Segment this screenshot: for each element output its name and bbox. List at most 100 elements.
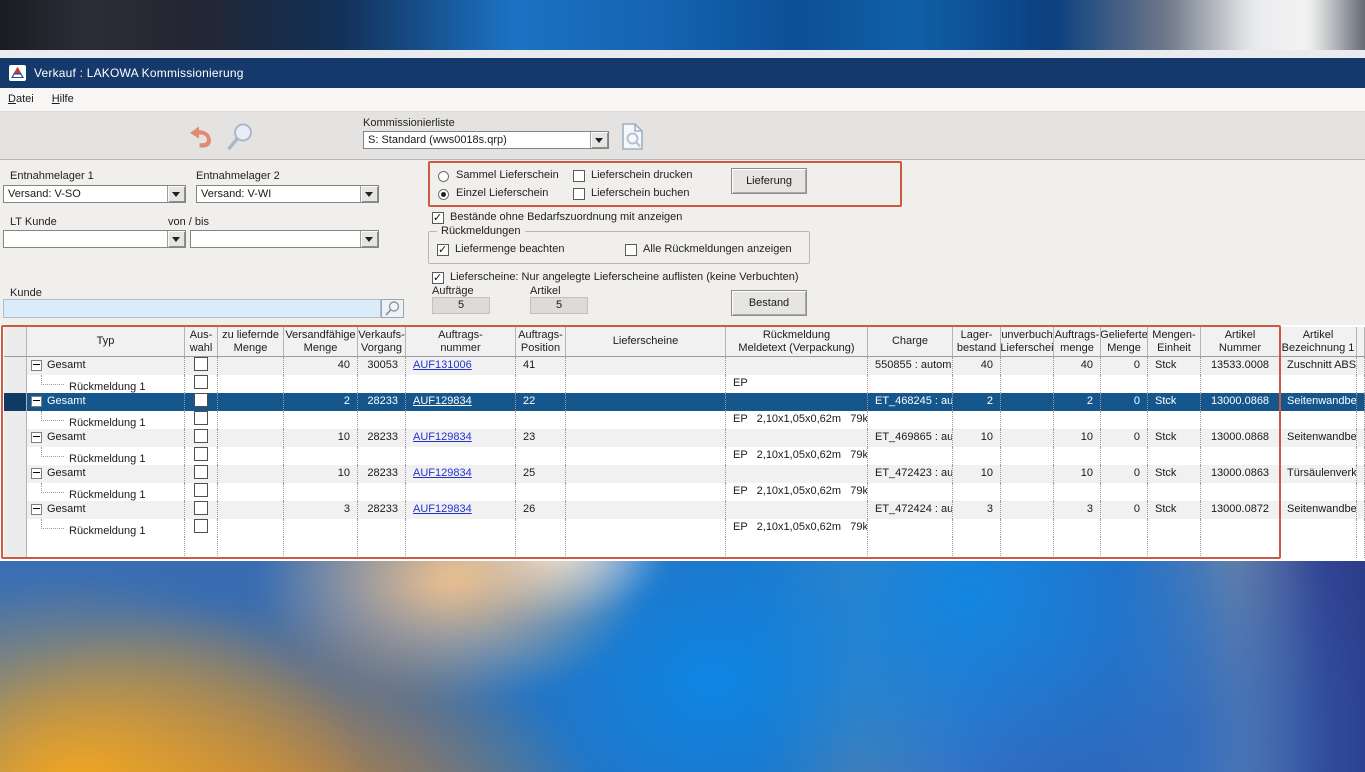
table-row[interactable]: Rückmeldung 1EP 2,10x1,05x0,62m 79kg [4, 483, 1365, 501]
row-checkbox[interactable] [194, 483, 208, 497]
order-number-link[interactable]: AUF129834 [413, 467, 472, 479]
chevron-down-icon[interactable] [590, 132, 608, 148]
filler-cell-liefers [566, 537, 726, 558]
lt-kunde-von-select[interactable] [3, 230, 186, 248]
alle-rueckmeldungen-checkbox[interactable] [625, 244, 637, 256]
bestand-button[interactable]: Bestand [731, 290, 807, 316]
tree-collapse-icon[interactable] [31, 432, 42, 443]
entnahmelager2-select[interactable]: Versand: V-WI [196, 185, 379, 203]
column-header-auftrag[interactable]: Auftrags- nummer [406, 327, 516, 357]
cell-sel [185, 519, 218, 537]
sammel-lieferschein-radio[interactable] [438, 171, 449, 182]
table-row[interactable]: Gesamt1028233AUF12983425ET_472423 : auto… [4, 465, 1365, 483]
column-header-geliefert[interactable]: Gelieferte Menge [1101, 327, 1148, 357]
row-checkbox[interactable] [194, 519, 208, 533]
cell-lager [953, 447, 1001, 465]
cell-unverb [1001, 429, 1054, 447]
tree-collapse-icon[interactable] [31, 396, 42, 407]
search-icon[interactable] [226, 122, 256, 155]
kommissionierliste-select[interactable]: S: Standard (wws0018s.qrp) [363, 131, 609, 149]
column-header-bez[interactable]: Artikel Bezeichnung 1 [1280, 327, 1357, 357]
chevron-down-icon[interactable] [360, 231, 378, 247]
filler-cell-amenge [1054, 537, 1101, 558]
column-header-charge[interactable]: Charge [868, 327, 953, 357]
einzel-lieferschein-radio[interactable] [438, 189, 449, 200]
table-row[interactable]: Rückmeldung 1EP 2,10x1,05x0,62m 79kg [4, 411, 1365, 429]
row-checkbox[interactable] [194, 375, 208, 389]
order-number-link[interactable]: AUF131006 [413, 359, 472, 371]
table-row[interactable]: Rückmeldung 1EP 2,10x1,05x0,62m 79kg [4, 519, 1365, 537]
tree-collapse-icon[interactable] [31, 360, 42, 371]
tree-collapse-icon[interactable] [31, 504, 42, 515]
order-number-link[interactable]: AUF129834 [413, 503, 472, 515]
table-row[interactable]: Rückmeldung 1EP [4, 375, 1365, 393]
column-header-amenge[interactable]: Auftrags- menge [1054, 327, 1101, 357]
row-checkbox[interactable] [194, 429, 208, 443]
column-header-lager[interactable]: Lager- bestand [953, 327, 1001, 357]
column-header-versand[interactable]: Versandfähige Menge [284, 327, 358, 357]
lieferscheine-checkbox[interactable] [432, 272, 444, 284]
entnahmelager1-select[interactable]: Versand: V-SO [3, 185, 186, 203]
lieferschein-drucken-checkbox[interactable] [573, 170, 585, 182]
print-preview-icon[interactable] [620, 122, 646, 154]
tree-branch-line [41, 483, 64, 493]
cell-zu [218, 483, 284, 501]
row-checkbox[interactable] [194, 357, 208, 371]
row-checkbox[interactable] [194, 501, 208, 515]
order-number-link[interactable]: AUF129834 [413, 431, 472, 443]
column-header-vorgang[interactable]: Verkaufs- Vorgang [358, 327, 406, 357]
cell-einheit: Stck [1148, 357, 1201, 375]
chevron-down-icon[interactable] [360, 186, 378, 202]
cell-geliefert [1101, 483, 1148, 501]
lt-kunde-bis-select[interactable] [190, 230, 379, 248]
chevron-down-icon[interactable] [167, 186, 185, 202]
column-header-meldetext[interactable]: Rückmeldung Meldetext (Verpackung) [726, 327, 868, 357]
cell-gutter [4, 375, 27, 393]
row-checkbox[interactable] [194, 411, 208, 425]
column-header-pos[interactable]: Auftrags- Position [516, 327, 566, 357]
cell-typ: Gesamt [27, 393, 185, 411]
cell-meldetext [726, 393, 868, 411]
column-header-gutter [4, 327, 27, 357]
cell-liefers [566, 519, 726, 537]
kunde-search-button[interactable] [381, 299, 404, 318]
column-header-unverb[interactable]: unverbuch Lieferschei [1001, 327, 1054, 357]
undo-icon[interactable] [187, 125, 214, 152]
column-header-typ[interactable]: Typ [27, 327, 185, 357]
tree-branch-line [41, 411, 64, 421]
chevron-down-icon[interactable] [167, 231, 185, 247]
kunde-input[interactable] [3, 299, 381, 318]
column-header-einheit[interactable]: Mengen- Einheit [1148, 327, 1201, 357]
cell-sel [185, 483, 218, 501]
cell-geliefert [1101, 519, 1148, 537]
table-row[interactable]: Rückmeldung 1EP 2,10x1,05x0,62m 79kg [4, 447, 1365, 465]
menu-datei[interactable]: Datei [0, 90, 44, 109]
cell-bez: Seitenwandbek [1280, 501, 1357, 519]
lieferung-button[interactable]: Lieferung [731, 168, 807, 194]
row-checkbox[interactable] [194, 465, 208, 479]
table-row[interactable]: Gesamt4030053AUF13100641550855 : automat… [4, 357, 1365, 375]
column-header-artnr[interactable]: Artikel Nummer [1201, 327, 1280, 357]
row-checkbox[interactable] [194, 393, 208, 407]
menu-hilfe[interactable]: Hilfe [44, 90, 84, 109]
column-header-liefers[interactable]: Lieferscheine [566, 327, 726, 357]
desktop-background-top [0, 0, 1365, 50]
cell-edge [1357, 411, 1365, 429]
column-header-edge[interactable] [1357, 327, 1365, 357]
table-row[interactable]: Gesamt228233AUF12983422ET_468245 : auto2… [4, 393, 1365, 411]
row-checkbox[interactable] [194, 447, 208, 461]
cell-amenge [1054, 483, 1101, 501]
column-header-sel[interactable]: Aus- wahl [185, 327, 218, 357]
order-number-link[interactable]: AUF129834 [413, 395, 472, 407]
lieferschein-buchen-checkbox[interactable] [573, 188, 585, 200]
cell-versand: 10 [284, 465, 358, 483]
table-row[interactable]: Gesamt328233AUF12983426ET_472424 : auto3… [4, 501, 1365, 519]
cell-auftrag [406, 375, 516, 393]
column-header-zu[interactable]: zu liefernde Menge [218, 327, 284, 357]
cell-edge: V [1357, 357, 1365, 375]
tree-collapse-icon[interactable] [31, 468, 42, 479]
cell-artnr: 13000.0863 [1201, 465, 1280, 483]
table-row[interactable]: Gesamt1028233AUF12983423ET_469865 : auto… [4, 429, 1365, 447]
bestaende-checkbox[interactable] [432, 212, 444, 224]
liefermenge-checkbox[interactable] [437, 244, 449, 256]
